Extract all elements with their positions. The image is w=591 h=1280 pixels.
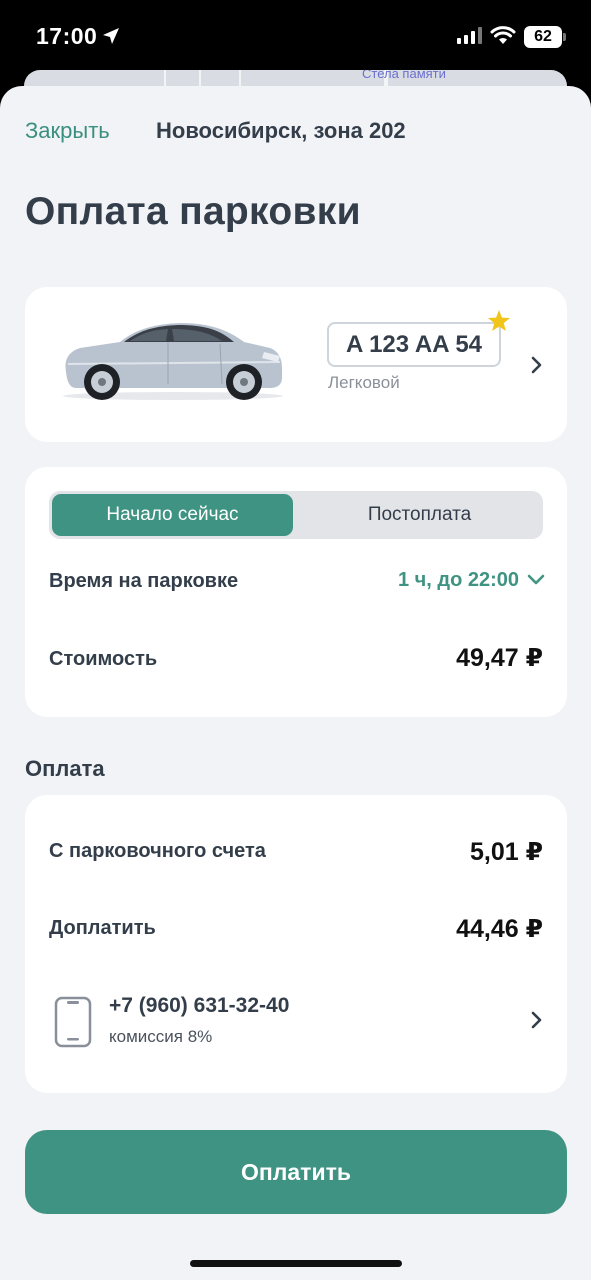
cost-value: 49,47 ₽ bbox=[456, 644, 543, 672]
chevron-down-icon[interactable] bbox=[527, 574, 545, 586]
cost-label: Стоимость bbox=[49, 648, 158, 670]
zone-title: Новосибирск, зона 202 bbox=[156, 118, 406, 143]
pay-button[interactable]: Оплатить bbox=[25, 1130, 567, 1214]
payment-mode-switch: Начало сейчас Постоплата bbox=[49, 491, 543, 539]
topup-value: 44,46 ₽ bbox=[456, 915, 543, 943]
phone-number: +7 (960) 631-32-40 bbox=[109, 994, 290, 1017]
home-indicator bbox=[190, 1260, 402, 1267]
parking-time-label: Время на парковке bbox=[49, 570, 239, 592]
mobile-phone-icon bbox=[54, 996, 92, 1048]
payment-section-title: Оплата bbox=[25, 756, 105, 781]
favorite-star-icon bbox=[488, 310, 510, 331]
tab-start-now[interactable]: Начало сейчас bbox=[52, 494, 293, 536]
wifi-icon bbox=[490, 26, 516, 44]
parking-time-card: Начало сейчас Постоплата Время на парков… bbox=[25, 467, 567, 717]
chevron-right-icon[interactable] bbox=[530, 1011, 544, 1029]
account-value: 5,01 ₽ bbox=[470, 838, 543, 866]
account-label: С парковочного счета bbox=[49, 840, 266, 862]
tab-postpay[interactable]: Постоплата bbox=[299, 494, 540, 536]
license-plate: A 123 AA 54 bbox=[327, 322, 501, 367]
car-image bbox=[63, 323, 283, 400]
payment-method-phone[interactable] bbox=[25, 980, 567, 1060]
status-bar: 17:00 62 bbox=[0, 0, 591, 75]
commission-text: комиссия 8% bbox=[109, 1027, 213, 1046]
payment-card: С парковочного счета 5,01 ₽ Доплатить 44… bbox=[25, 795, 567, 1093]
map-label: Стела памяти bbox=[362, 70, 446, 81]
topup-label: Доплатить bbox=[49, 917, 156, 939]
chevron-right-icon bbox=[531, 356, 542, 374]
battery-tip bbox=[563, 33, 566, 41]
battery-icon: 62 bbox=[524, 26, 562, 48]
close-button[interactable]: Закрыть bbox=[25, 118, 110, 144]
status-time: 17:00 bbox=[36, 23, 98, 49]
vehicle-type: Легковой bbox=[328, 373, 400, 392]
page-title: Оплата парковки bbox=[25, 190, 361, 233]
location-arrow-icon bbox=[103, 28, 119, 44]
cellular-signal-icon bbox=[457, 27, 482, 44]
vehicle-card[interactable]: A 123 AA 54 Легковой bbox=[25, 287, 567, 442]
parking-duration-select[interactable]: 1 ч, до 22:00 bbox=[398, 569, 519, 592]
